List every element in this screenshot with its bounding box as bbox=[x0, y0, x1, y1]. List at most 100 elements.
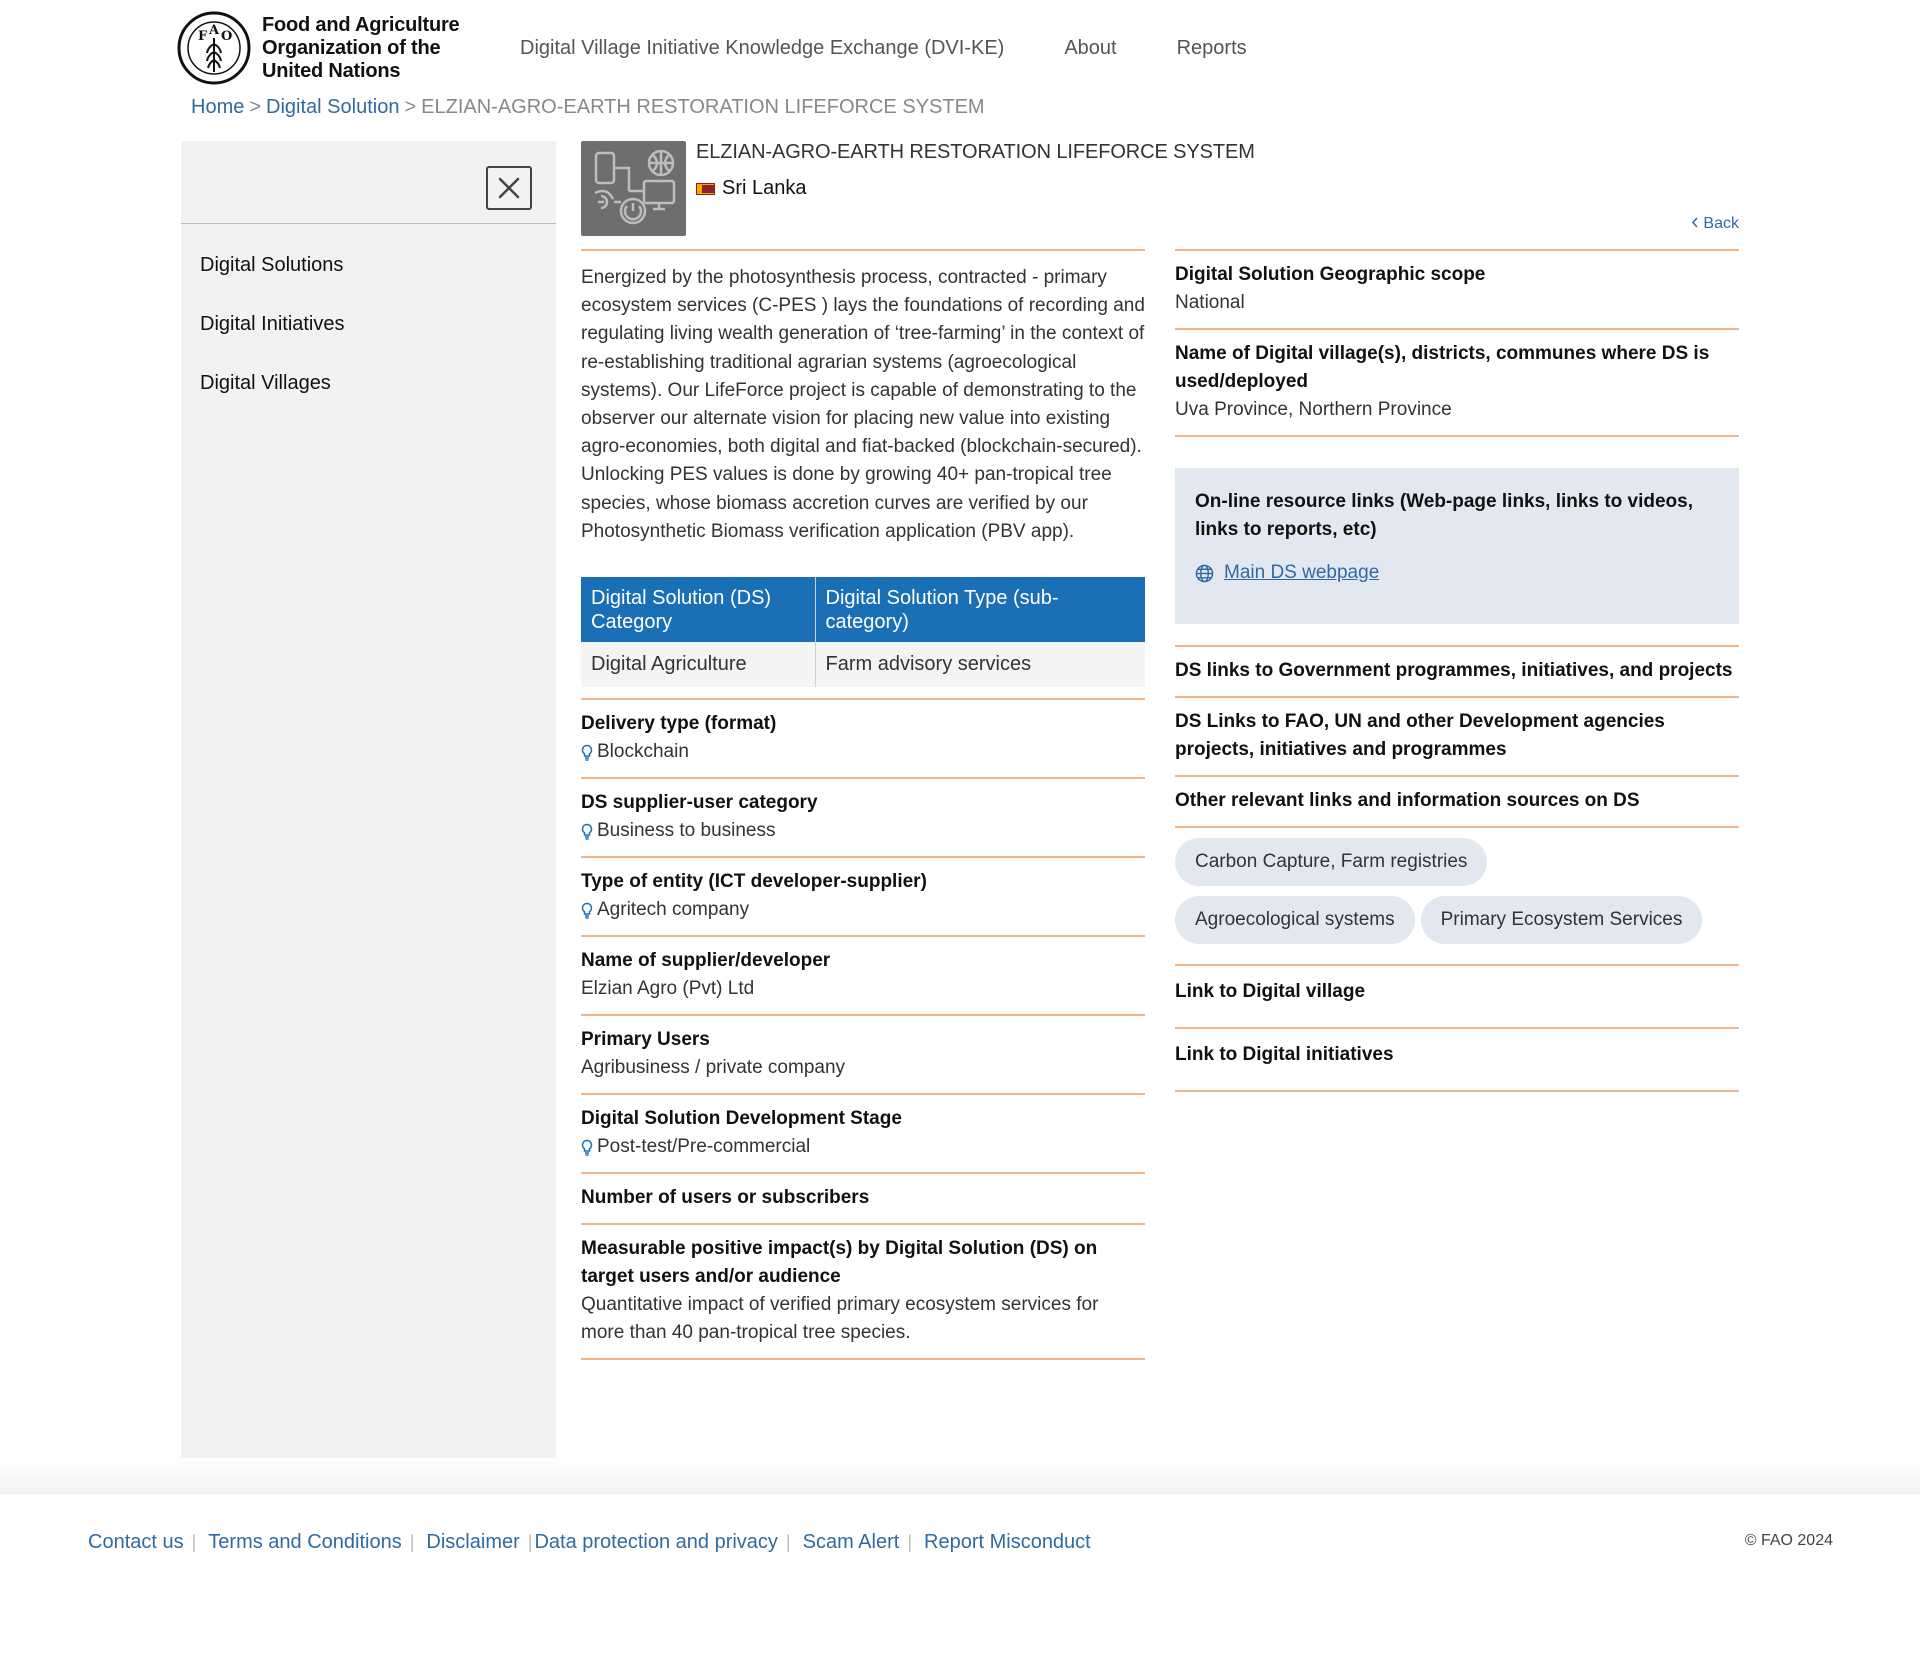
field-impact: Measurable positive impact(s) by Digital… bbox=[581, 1225, 1145, 1361]
site-footer: Contact us | Terms and Conditions | Discla… bbox=[0, 1493, 1920, 1663]
table-header-cell: Digital Solution (DS) Category bbox=[581, 577, 815, 643]
footer-links: Contact us | Terms and Conditions | Discla… bbox=[88, 1531, 1091, 1554]
field-link-digital-village: Link to Digital village bbox=[1175, 966, 1739, 1029]
globe-icon bbox=[1195, 564, 1214, 582]
field-value: Agribusiness / private company bbox=[581, 1057, 846, 1079]
breadcrumb-home[interactable]: Home bbox=[191, 96, 244, 118]
field-label: Number of users or subscribers bbox=[581, 1187, 870, 1209]
field-value-text: Agritech company bbox=[597, 899, 750, 921]
resource-link-row: Main DS webpage bbox=[1195, 562, 1719, 584]
field-label: Name of Digital village(s), districts, c… bbox=[1175, 343, 1710, 392]
field-geographic-scope: Digital Solution Geographic scope Nation… bbox=[1175, 251, 1739, 330]
fao-logo-link[interactable]: F A O Food and Agriculture Organization … bbox=[176, 10, 462, 86]
svg-text:A: A bbox=[208, 23, 220, 38]
tag-pill[interactable]: Primary Ecosystem Services bbox=[1420, 896, 1703, 944]
lightbulb-icon bbox=[581, 823, 593, 840]
country-name: Sri Lanka bbox=[722, 177, 807, 199]
sidebar-close-button[interactable] bbox=[486, 166, 532, 210]
footer-separator: | bbox=[785, 1532, 791, 1552]
field-value: Agritech company bbox=[581, 896, 1145, 924]
field-label: DS supplier-user category bbox=[581, 792, 818, 814]
field-value-text: Post-test/Pre-commercial bbox=[597, 1136, 811, 1158]
nav-about[interactable]: About bbox=[1064, 37, 1116, 60]
field-label: Other relevant links and information sou… bbox=[1175, 790, 1640, 811]
main-ds-webpage-link[interactable]: Main DS webpage bbox=[1224, 562, 1379, 584]
sidebar-item-digital-initiatives[interactable]: Digital Initiatives bbox=[181, 295, 556, 354]
lightbulb-icon bbox=[581, 1139, 593, 1156]
footer-link-report-misconduct[interactable]: Report Misconduct bbox=[924, 1531, 1091, 1554]
digital-devices-icon bbox=[594, 149, 676, 225]
tag-list: Carbon Capture, Farm registries Agroecol… bbox=[1175, 828, 1739, 966]
field-fao-un-links: DS Links to FAO, UN and other Developmen… bbox=[1175, 698, 1739, 777]
site-header: F A O Food and Agriculture Organization … bbox=[176, 10, 1736, 86]
nav-reports[interactable]: Reports bbox=[1177, 37, 1247, 60]
sidebar-header bbox=[181, 141, 556, 224]
breadcrumb-current: ELZIAN-AGRO-EARTH RESTORATION LIFEFORCE … bbox=[421, 96, 985, 118]
link-to-digital-village[interactable]: Link to Digital village bbox=[1175, 981, 1365, 1002]
sidebar-item-digital-solutions[interactable]: Digital Solutions bbox=[181, 236, 556, 295]
lightbulb-icon bbox=[581, 902, 593, 919]
field-value: Post-test/Pre-commercial bbox=[581, 1133, 1145, 1161]
field-entity-type: Type of entity (ICT developer-supplier) … bbox=[581, 858, 1145, 938]
svg-text:O: O bbox=[221, 29, 232, 44]
field-number-of-users: Number of users or subscribers bbox=[581, 1174, 1145, 1226]
field-label: Measurable positive impact(s) by Digital… bbox=[581, 1238, 1098, 1288]
breadcrumb-section[interactable]: Digital Solution bbox=[266, 96, 399, 118]
back-link[interactable]: Back bbox=[1691, 215, 1739, 233]
field-label: DS links to Government programmes, initi… bbox=[1175, 660, 1733, 681]
field-value-text: Business to business bbox=[597, 820, 776, 842]
footer-link-disclaimer[interactable]: Disclaimer bbox=[426, 1531, 519, 1554]
table-cell: Farm advisory services bbox=[814, 642, 1145, 688]
field-label: Digital Solution Development Stage bbox=[581, 1108, 902, 1130]
footer-separator: | bbox=[191, 1532, 197, 1552]
resource-links-label: On-line resource links (Web-page links, … bbox=[1195, 491, 1693, 540]
footer-link-scam-alert[interactable]: Scam Alert bbox=[803, 1531, 900, 1554]
link-to-digital-initiatives[interactable]: Link to Digital initiatives bbox=[1175, 1044, 1394, 1065]
field-label: Type of entity (ICT developer-supplier) bbox=[581, 871, 927, 893]
tag-pill[interactable]: Carbon Capture, Farm registries bbox=[1175, 838, 1488, 886]
org-name-line: Organization of the bbox=[262, 36, 441, 59]
tag-pill[interactable]: Agroecological systems bbox=[1175, 896, 1415, 944]
solution-header: ELZIAN-AGRO-EARTH RESTORATION LIFEFORCE … bbox=[581, 141, 1739, 236]
close-icon bbox=[498, 177, 520, 199]
table-cell: Digital Agriculture bbox=[581, 642, 815, 688]
chevron-left-icon bbox=[1692, 217, 1698, 228]
field-value: Blockchain bbox=[581, 738, 1145, 766]
solution-thumbnail bbox=[581, 141, 686, 236]
table-header-cell: Digital Solution Type (sub-category) bbox=[814, 577, 1145, 643]
nav-dvi-ke[interactable]: Digital Village Initiative Knowledge Exc… bbox=[520, 37, 1004, 60]
fao-emblem-icon: F A O bbox=[177, 11, 251, 85]
footer-link-data-protection[interactable]: Data protection and privacy bbox=[534, 1531, 777, 1554]
field-value: Uva Province, Northern Province bbox=[1175, 399, 1452, 420]
field-link-digital-initiatives: Link to Digital initiatives bbox=[1175, 1029, 1739, 1092]
field-value: National bbox=[1175, 292, 1245, 313]
breadcrumb-separator: > bbox=[404, 96, 417, 118]
field-value: Quantitative impact of verified primary … bbox=[581, 1294, 1099, 1344]
field-other-links: Other relevant links and information sou… bbox=[1175, 777, 1739, 828]
field-label: Delivery type (format) bbox=[581, 713, 777, 735]
right-column: Digital Solution Geographic scope Nation… bbox=[1175, 249, 1739, 1092]
field-value: Elzian Agro (Pvt) Ltd bbox=[581, 978, 755, 1000]
field-development-stage: Digital Solution Development Stage Post-… bbox=[581, 1095, 1145, 1175]
main-nav: Digital Village Initiative Knowledge Exc… bbox=[520, 37, 1307, 60]
breadcrumb-separator: > bbox=[249, 96, 262, 118]
field-supplier-user-category: DS supplier-user category Business to bu… bbox=[581, 779, 1145, 859]
solution-title: ELZIAN-AGRO-EARTH RESTORATION LIFEFORCE … bbox=[696, 141, 1255, 163]
resource-links-box: On-line resource links (Web-page links, … bbox=[1175, 468, 1739, 624]
field-primary-users: Primary Users Agribusiness / private com… bbox=[581, 1016, 1145, 1096]
field-label: Name of supplier/developer bbox=[581, 950, 831, 972]
sidebar-item-digital-villages[interactable]: Digital Villages bbox=[181, 354, 556, 413]
field-government-links: DS links to Government programmes, initi… bbox=[1175, 647, 1739, 698]
sidebar: Digital Solutions Digital Initiatives Di… bbox=[181, 141, 556, 1493]
footer-link-terms[interactable]: Terms and Conditions bbox=[208, 1531, 401, 1554]
field-label: DS Links to FAO, UN and other Developmen… bbox=[1175, 711, 1665, 760]
footer-separator: | bbox=[409, 1532, 415, 1552]
footer-link-contact[interactable]: Contact us bbox=[88, 1531, 184, 1554]
country: Sri Lanka bbox=[696, 177, 807, 200]
footer-separator: | bbox=[527, 1532, 533, 1552]
field-label: Digital Solution Geographic scope bbox=[1175, 264, 1486, 285]
copyright: © FAO 2024 bbox=[1744, 1532, 1833, 1549]
field-supplier-name: Name of supplier/developer Elzian Agro (… bbox=[581, 937, 1145, 1017]
back-label: Back bbox=[1703, 215, 1739, 232]
footer-strip bbox=[0, 1458, 1920, 1493]
